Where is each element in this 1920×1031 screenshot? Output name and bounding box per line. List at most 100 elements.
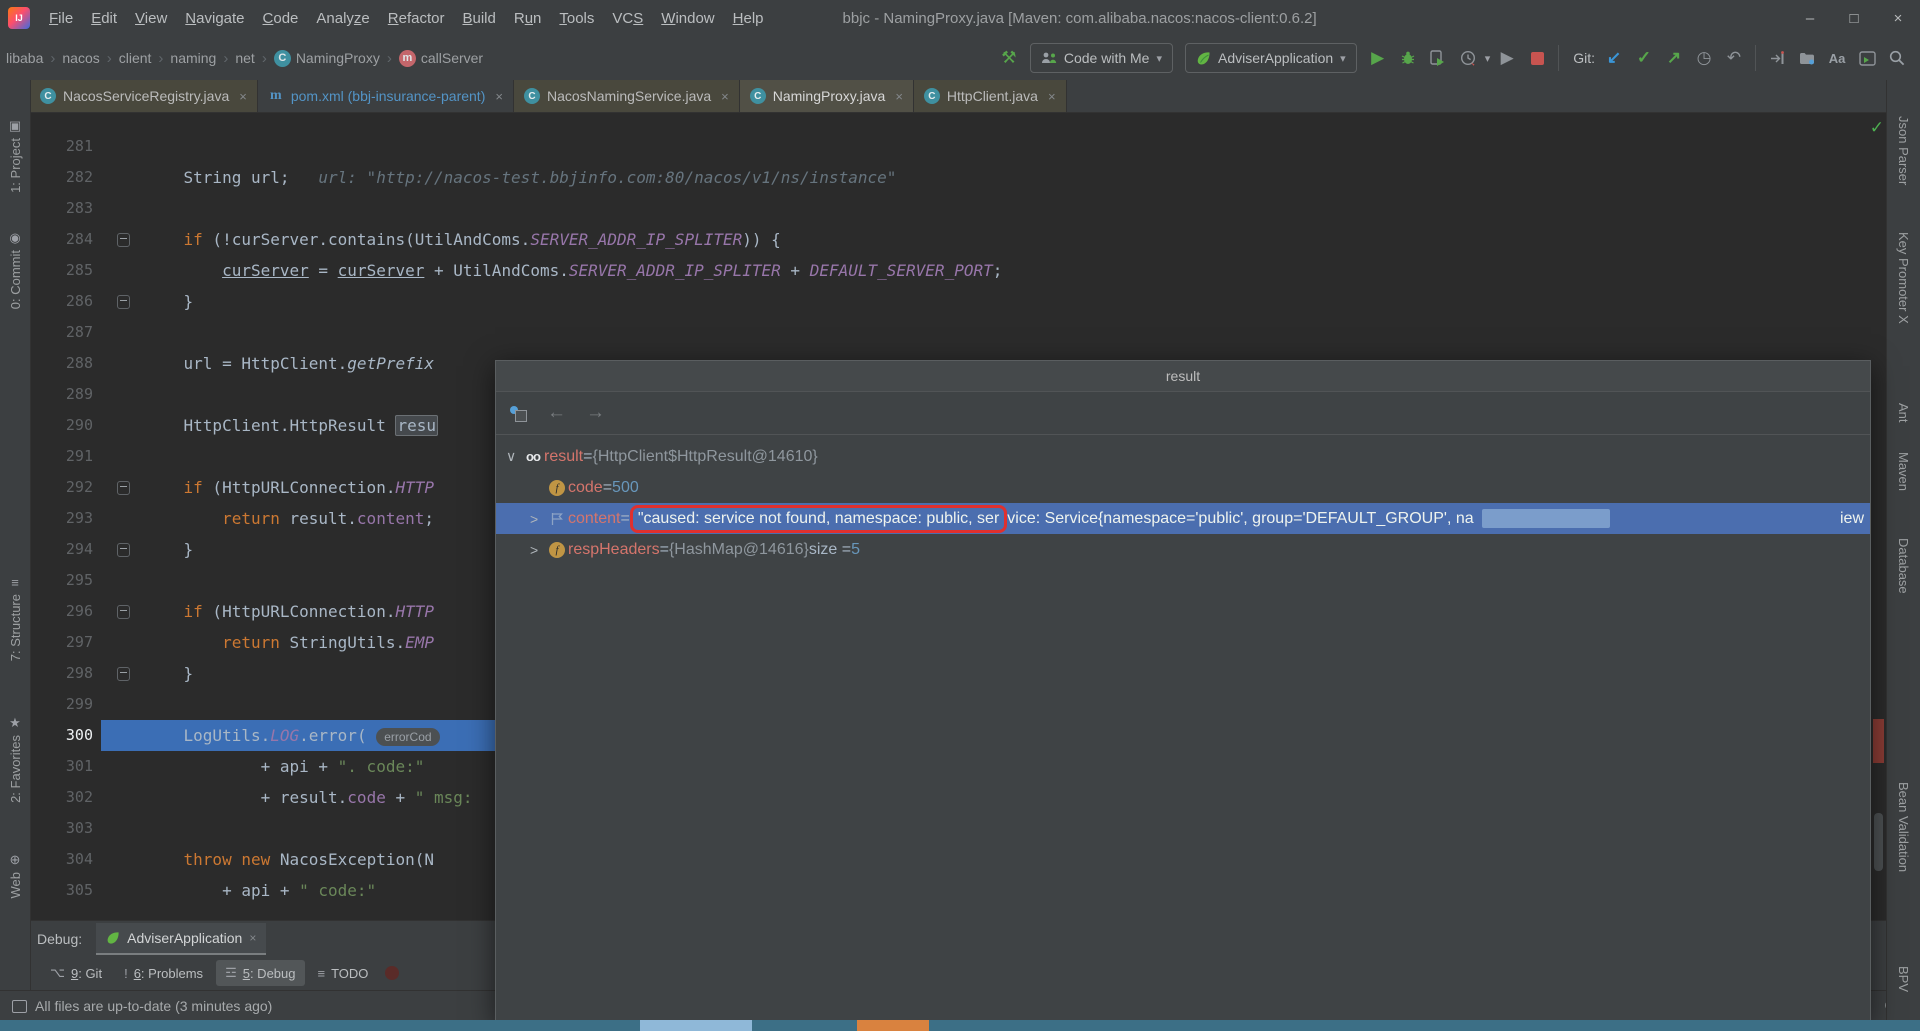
line-number[interactable]: 304: [31, 844, 101, 875]
tree-chevron-icon[interactable]: >: [530, 542, 546, 558]
gutter-fold-column[interactable]: [101, 255, 145, 286]
sidebar-item-favorites[interactable]: ★ 2: Favorites: [0, 715, 30, 803]
profiler-toolwindow-icon[interactable]: [385, 966, 400, 980]
line-number[interactable]: 291: [31, 441, 101, 472]
code-line-287[interactable]: 287: [31, 317, 1869, 348]
translate-button[interactable]: Aa: [1822, 44, 1852, 72]
menu-window[interactable]: Window: [652, 6, 723, 31]
gutter-fold-column[interactable]: [101, 224, 145, 255]
debug-button[interactable]: [1393, 44, 1423, 72]
fold-marker-icon[interactable]: [116, 542, 130, 557]
code-with-me-dropdown[interactable]: Code with Me ▾: [1029, 43, 1173, 73]
code-line-285[interactable]: 285 curServer = curServer + UtilAndComs.…: [31, 255, 1869, 286]
sidebar-item-maven[interactable]: Maven: [1887, 452, 1920, 491]
menu-navigate[interactable]: Navigate: [176, 6, 253, 31]
profiler-button[interactable]: [1453, 44, 1483, 72]
back-arrow-icon[interactable]: ←: [547, 402, 566, 424]
line-number[interactable]: 292: [31, 472, 101, 503]
run-config-dropdown[interactable]: AdviserApplication ▾: [1184, 43, 1357, 73]
close-button[interactable]: ×: [1876, 1, 1920, 35]
gutter-fold-column[interactable]: [101, 410, 145, 441]
code-line-282[interactable]: 282 String url; url: "http://nacos-test.…: [31, 162, 1869, 193]
gutter-fold-column[interactable]: [101, 689, 145, 720]
minimize-button[interactable]: –: [1788, 1, 1832, 35]
toolwindow-tab-problems[interactable]: ! 6: Problems: [115, 960, 212, 986]
sidebar-item-web[interactable]: ⊕ Web: [0, 852, 30, 899]
tab-namingproxy-java[interactable]: C NamingProxy.java ×: [739, 80, 914, 112]
line-number[interactable]: 298: [31, 658, 101, 689]
code-line-281[interactable]: 281: [31, 131, 1869, 162]
variable-row-result[interactable]: ∨ oo result = {HttpClient$HttpResult@14610…: [496, 441, 1870, 472]
menu-help[interactable]: Help: [724, 6, 773, 31]
close-icon[interactable]: ×: [895, 89, 903, 104]
gutter-fold-column[interactable]: [101, 162, 145, 193]
popup-title[interactable]: result: [496, 361, 1870, 392]
breadcrumb-item-client[interactable]: client: [117, 48, 154, 68]
breadcrumb-item-nacos[interactable]: nacos: [60, 48, 101, 68]
close-icon[interactable]: ×: [239, 89, 247, 104]
sidebar-item-structure[interactable]: ≡ 7: Structure: [0, 575, 30, 661]
line-number[interactable]: 297: [31, 627, 101, 658]
sidebar-item-ant[interactable]: Ant: [1887, 403, 1920, 423]
close-icon[interactable]: ×: [721, 89, 729, 104]
menu-tools[interactable]: Tools: [550, 6, 603, 31]
run-with-coverage-button[interactable]: [1423, 44, 1453, 72]
gutter-fold-column[interactable]: [101, 441, 145, 472]
git-commit-button[interactable]: ✓: [1629, 44, 1659, 72]
line-number[interactable]: 285: [31, 255, 101, 286]
breadcrumb-item-net[interactable]: net: [233, 48, 256, 68]
line-number[interactable]: 290: [31, 410, 101, 441]
gutter-fold-column[interactable]: [101, 844, 145, 875]
fold-marker-icon[interactable]: [116, 232, 130, 247]
tree-chevron-icon[interactable]: >: [530, 511, 546, 527]
search-everywhere-button[interactable]: [1882, 44, 1912, 72]
line-number[interactable]: 293: [31, 503, 101, 534]
sidebar-item-database[interactable]: Database: [1887, 538, 1920, 594]
git-push-button[interactable]: ↗: [1659, 44, 1689, 72]
menu-analyze[interactable]: Analyze: [307, 6, 378, 31]
line-number[interactable]: 305: [31, 875, 101, 906]
view-options-icon[interactable]: [510, 405, 527, 422]
gutter-fold-column[interactable]: [101, 131, 145, 162]
line-number[interactable]: 281: [31, 131, 101, 162]
variable-row-code[interactable]: f code = 500: [496, 472, 1870, 503]
stop-button[interactable]: [1522, 44, 1552, 72]
line-number[interactable]: 296: [31, 596, 101, 627]
tab-nacosnamingservice-java[interactable]: C NacosNamingService.java ×: [513, 80, 740, 112]
sidebar-item-beanvalidation[interactable]: Bean Validation: [1887, 782, 1920, 872]
line-number[interactable]: 294: [31, 534, 101, 565]
gutter-fold-column[interactable]: [101, 627, 145, 658]
line-number[interactable]: 300: [31, 720, 101, 751]
menu-view[interactable]: View: [126, 6, 176, 31]
line-number[interactable]: 283: [31, 193, 101, 224]
preview-window-button[interactable]: [1852, 44, 1882, 72]
close-icon[interactable]: ×: [1048, 89, 1056, 104]
toolwindow-tab-todo[interactable]: ≡ TODO: [309, 960, 378, 986]
gutter-fold-column[interactable]: [101, 751, 145, 782]
gutter-fold-column[interactable]: [101, 193, 145, 224]
variable-row-respHeaders[interactable]: > f respHeaders = {HashMap@14616} size = 5: [496, 534, 1870, 565]
fold-marker-icon[interactable]: [116, 666, 130, 681]
run-button[interactable]: ▶: [1363, 44, 1393, 72]
code-line-283[interactable]: 283: [31, 193, 1869, 224]
error-stripe-marker[interactable]: [1873, 719, 1884, 763]
sidebar-item-bpv[interactable]: BPV: [1887, 966, 1920, 992]
breadcrumb-item-callserver[interactable]: m callServer: [397, 48, 485, 69]
breadcrumb-item-naming[interactable]: naming: [168, 48, 218, 68]
gutter-fold-column[interactable]: [101, 658, 145, 689]
gutter-fold-column[interactable]: [101, 534, 145, 565]
scrollbar-thumb[interactable]: [1874, 813, 1883, 871]
git-rollback-button[interactable]: ↶: [1719, 44, 1749, 72]
gutter-fold-column[interactable]: [101, 565, 145, 596]
fold-marker-icon[interactable]: [116, 480, 130, 495]
line-number[interactable]: 303: [31, 813, 101, 844]
gutter-fold-column[interactable]: [101, 875, 145, 906]
line-number[interactable]: 288: [31, 348, 101, 379]
line-number[interactable]: 282: [31, 162, 101, 193]
forward-arrow-icon[interactable]: →: [586, 402, 605, 424]
gutter-fold-column[interactable]: [101, 317, 145, 348]
close-icon[interactable]: ×: [495, 89, 503, 104]
gutter-fold-column[interactable]: [101, 720, 145, 751]
chevron-down-icon[interactable]: ▾: [1485, 52, 1491, 65]
menu-file[interactable]: File: [40, 6, 82, 31]
